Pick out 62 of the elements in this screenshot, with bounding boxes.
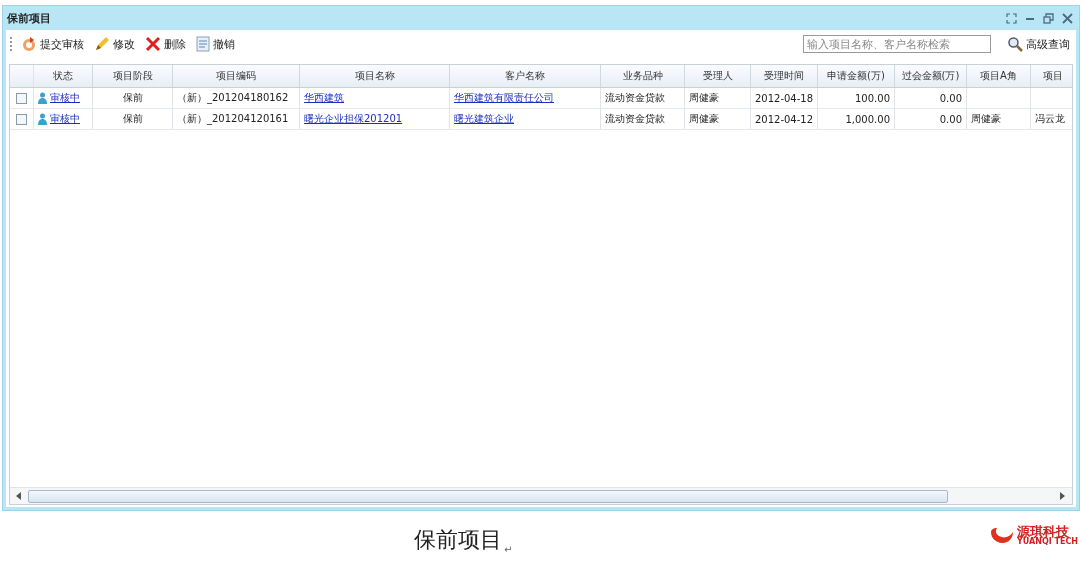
submit-button[interactable]: 提交审核 xyxy=(21,36,84,52)
column-header[interactable]: 项目阶段 xyxy=(93,65,173,87)
column-header[interactable]: 受理人 xyxy=(685,65,751,87)
column-header[interactable]: 受理时间 xyxy=(751,65,818,87)
column-header[interactable]: 项目 xyxy=(1031,65,1072,87)
pencil-icon xyxy=(94,36,110,52)
column-header[interactable]: 项目A角 xyxy=(967,65,1031,87)
column-header[interactable]: 客户名称 xyxy=(450,65,601,87)
table-cell: （新）_201204180162 xyxy=(177,91,289,105)
status-link[interactable]: 审核中 xyxy=(50,91,80,105)
close-icon[interactable] xyxy=(1062,12,1073,24)
table-cell: 100.00 xyxy=(855,92,890,104)
search-icon xyxy=(1007,36,1023,52)
table-cell: 流动资金贷款 xyxy=(605,91,665,105)
horizontal-scrollbar[interactable] xyxy=(10,487,1072,504)
logo-subtitle: YUANQI TECH xyxy=(1017,538,1078,546)
search-field[interactable]: 输入项目名称、客户名称检索 xyxy=(803,35,991,53)
column-header[interactable]: 状态 xyxy=(34,65,93,87)
table-cell: 周健豪 xyxy=(689,112,719,126)
delete-icon xyxy=(145,36,161,52)
restore-icon[interactable] xyxy=(1043,12,1054,24)
table-link[interactable]: 曙光企业担保201201 xyxy=(304,112,403,126)
status-link[interactable]: 审核中 xyxy=(50,112,80,126)
table-cell: 周健豪 xyxy=(689,91,719,105)
table-cell: 周健豪 xyxy=(971,112,1001,126)
row-checkbox[interactable] xyxy=(16,113,27,125)
scroll-right-icon[interactable] xyxy=(1060,492,1066,500)
delete-button[interactable]: 删除 xyxy=(145,36,186,52)
person-icon xyxy=(38,113,47,125)
person-icon xyxy=(38,92,47,104)
table-cell: 2012-04-18 xyxy=(754,92,814,104)
row-checkbox[interactable] xyxy=(16,92,27,104)
table-link[interactable]: 华西建筑有限责任公司 xyxy=(454,91,554,105)
logo-name: 源琪科技 xyxy=(1017,525,1069,538)
column-header[interactable]: 项目名称 xyxy=(300,65,450,87)
caption: 保前项目 xyxy=(414,526,502,554)
table-cell: 2012-04-12 xyxy=(754,113,814,125)
table-cell: 1,000.00 xyxy=(845,113,890,125)
revoke-button[interactable]: 撤销 xyxy=(196,36,235,52)
column-header[interactable]: 过会金额(万) xyxy=(895,65,967,87)
table-cell: 0.00 xyxy=(939,92,962,104)
toolbar-grip-icon xyxy=(10,37,13,51)
scroll-thumb[interactable] xyxy=(28,489,948,503)
edit-button[interactable]: 修改 xyxy=(94,36,135,52)
table-cell: （新）_201204120161 xyxy=(177,112,289,126)
table-cell: 0.00 xyxy=(939,113,962,125)
column-header[interactable]: 项目编码 xyxy=(173,65,300,87)
document-icon xyxy=(196,36,210,52)
table-link[interactable]: 华西建筑 xyxy=(304,91,344,105)
column-header[interactable]: 申请金额(万) xyxy=(818,65,895,87)
fullscreen-icon[interactable] xyxy=(1006,12,1017,24)
advanced-search-button[interactable]: 高级查询 xyxy=(1007,36,1070,52)
table-cell: 冯云龙 xyxy=(1035,112,1065,126)
table-cell: 流动资金贷款 xyxy=(605,112,665,126)
paragraph-mark: ↵ xyxy=(504,544,513,555)
logo-icon xyxy=(989,525,1015,546)
window-title: 保前项目 xyxy=(7,10,51,26)
column-header[interactable]: 业务品种 xyxy=(601,65,685,87)
table-link[interactable]: 曙光建筑企业 xyxy=(454,112,514,126)
scroll-left-icon[interactable] xyxy=(16,492,22,500)
table-cell: 保前 xyxy=(122,91,143,105)
table-cell: 保前 xyxy=(122,112,143,126)
